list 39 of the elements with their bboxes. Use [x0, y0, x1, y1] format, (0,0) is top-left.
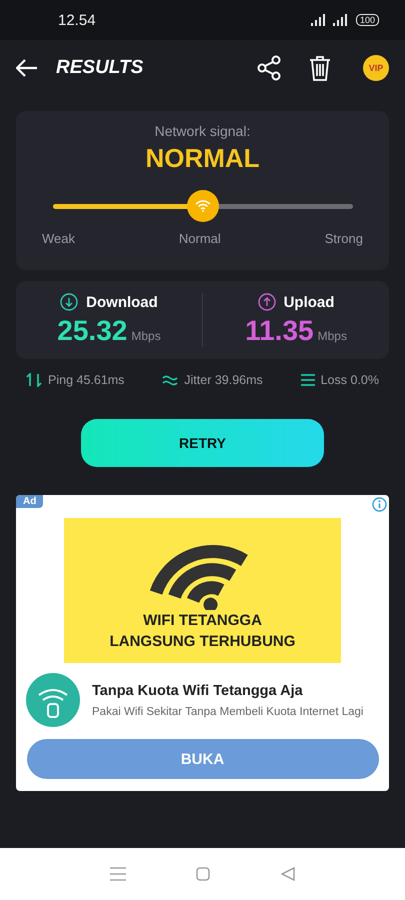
stat-text: Loss 0.0% [320, 373, 379, 387]
lines-icon [300, 373, 315, 387]
ad-badge: Ad [16, 495, 44, 508]
info-icon[interactable] [372, 497, 387, 512]
back-icon[interactable] [280, 867, 295, 881]
status-time: 12.54 [58, 12, 96, 28]
banner-text: WIFI TETANGGA [143, 611, 262, 631]
upload-icon [258, 293, 276, 311]
delete-button[interactable] [309, 54, 331, 80]
speed-label: Download [86, 294, 158, 310]
scale-label: Normal [178, 231, 221, 246]
app-icon [26, 673, 80, 727]
ad-banner[interactable]: WIFI TETANGGA LANGSUNG TERHUBUNG [64, 518, 341, 663]
stat-text: Ping 45.61ms [48, 373, 124, 387]
share-button[interactable] [257, 54, 281, 80]
ad-description: Pakai Wifi Sekitar Tanpa Membeli Kuota Internet Lagi [92, 706, 364, 718]
home-icon[interactable] [196, 867, 210, 881]
page-title: RESULTS [56, 56, 144, 78]
scale-label: Weak [42, 231, 75, 246]
ad-title: Tanpa Kuota Wifi Tetangga Aja [92, 682, 304, 698]
speed-unit: Mbps [131, 329, 161, 343]
speed-value: 11.35 [245, 315, 314, 347]
menu-icon[interactable] [110, 867, 126, 881]
signal-icon [310, 14, 350, 26]
signal-label: Network signal: [154, 123, 250, 139]
stat-text: Jitter 39.96ms [184, 373, 263, 387]
download-icon [60, 293, 78, 311]
arrows-icon [26, 373, 42, 387]
speed-value: 25.32 [57, 315, 128, 347]
back-button[interactable] [16, 58, 38, 76]
battery-level: 100 [356, 14, 379, 26]
retry-button[interactable]: RETRY [81, 419, 324, 467]
signal-value: NORMAL [145, 143, 260, 174]
speed-unit: Mbps [318, 329, 347, 343]
wave-icon [162, 374, 178, 386]
ad-card[interactable]: Ad WIFI TETANGGA LANGSUNG TERHUBUNG Tanpa Kuota Wifi Tetangga Aja Pakai Wifi Sekitar Tanpa Membeli Kuota Internet Lagi BUKA [16, 495, 389, 791]
speed-label: Upload [284, 294, 334, 310]
banner-text: LANGSUNG TERHUBUNG [110, 632, 296, 652]
scale-label: Strong [324, 231, 363, 246]
